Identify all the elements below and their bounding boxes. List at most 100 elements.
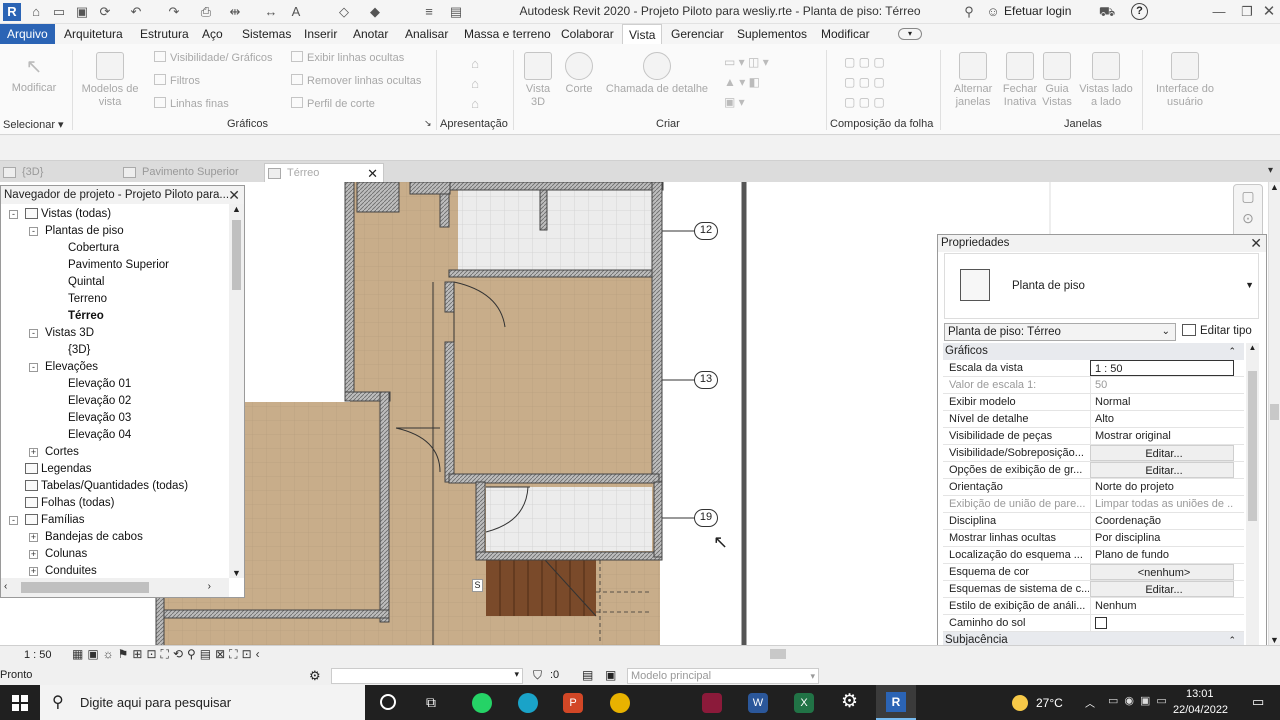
collapse-toggle-icon[interactable]: - (9, 210, 18, 219)
tab-suplementos[interactable]: Suplementos (731, 24, 813, 44)
scroll-right-icon[interactable]: › (208, 581, 211, 592)
remove-hidden-lines-button[interactable]: Remover linhas ocultas (291, 73, 421, 89)
level-marker-13[interactable]: 13 (694, 371, 718, 389)
help-button[interactable]: ? (1131, 3, 1148, 20)
cut-profile-button[interactable]: Perfil de corte (291, 96, 421, 112)
taskbar-search[interactable]: ⚲ Digite aqui para pesquisar (40, 685, 365, 720)
level-marker-19[interactable]: 19 (694, 509, 718, 527)
property-row[interactable]: Mostrar linhas ocultas Por disciplina (943, 530, 1244, 547)
tab-arquitetura[interactable]: Arquitetura (58, 24, 129, 44)
view-tab-terreo[interactable]: Térreo ✕ (264, 163, 384, 182)
view-control-icons[interactable]: ▦▣☼⚑⊞⊡⛶⟲⚲▤⊠⛶⊡‹ (72, 647, 264, 662)
canvas-scrollbar-v[interactable]: ▲ ▼ (1268, 182, 1280, 645)
user-icon[interactable]: ☺ (984, 3, 1002, 21)
collapse-toggle-icon[interactable]: - (9, 516, 18, 525)
property-row[interactable]: Valor de escala 1: 50 (943, 377, 1244, 394)
scroll-up-icon[interactable]: ▲ (1246, 343, 1259, 352)
tab-vista[interactable]: Vista (622, 24, 663, 44)
graphics-dialog-launcher[interactable]: ↘ (424, 118, 432, 129)
home-icon[interactable]: ⌂ (27, 3, 45, 21)
property-edit-button[interactable]: <nenhum> (1090, 564, 1234, 580)
view-scale[interactable]: 1 : 50 (24, 649, 52, 661)
property-edit-button[interactable]: Editar... (1090, 462, 1234, 478)
windows-start-icon[interactable] (12, 695, 28, 711)
measure-icon[interactable]: ⇹ (226, 3, 244, 21)
instance-selector[interactable]: Planta de piso: Térreo ⌄ (944, 323, 1176, 341)
edit-type-button[interactable]: Editar tipo (1182, 323, 1252, 340)
winrar-icon[interactable] (702, 693, 722, 713)
workset-selector[interactable]: ▾ (331, 668, 523, 684)
scroll-up-icon[interactable]: ▲ (229, 204, 244, 218)
clock-date[interactable]: 22/04/2022 (1173, 704, 1228, 716)
close-properties-icon[interactable]: ✕ (1250, 235, 1262, 252)
collapse-toggle-icon[interactable]: - (29, 227, 38, 236)
revit-taskbar-button[interactable]: R (876, 685, 916, 720)
sheet-composition-icons[interactable]: ▢ ▢ ▢ ▢ ▢ ▢ ▢ ▢ ▢ (844, 52, 924, 112)
filter-icon[interactable]: ⛉ (533, 668, 542, 683)
tray-expand-icon[interactable]: ︿ (1085, 695, 1095, 710)
restore-icon[interactable]: ❐ (1238, 3, 1256, 21)
tab-gerenciar[interactable]: Gerenciar (665, 24, 730, 44)
property-row[interactable]: Estilo de exibição de análi... Nenhum (943, 598, 1244, 615)
weather-temp[interactable]: 27°C (1036, 696, 1063, 710)
property-value[interactable]: 1 : 50 (1090, 360, 1234, 376)
print-icon[interactable]: ⎙ (197, 3, 215, 21)
property-row[interactable]: Esquemas de sistema de c... Editar... (943, 581, 1244, 598)
scroll-left-icon[interactable]: ‹ (4, 581, 7, 592)
tab-massa-terreno[interactable]: Massa e terreno (458, 24, 557, 44)
section-graphics[interactable]: Gráficos ⌃ (943, 343, 1244, 360)
browser-item[interactable]: Elevação 01 (1, 376, 229, 393)
3d-view-button[interactable]: Vista 3D (520, 52, 556, 109)
browser-item[interactable]: - Plantas de piso (1, 223, 229, 240)
canvas-scrollbar-h[interactable] (320, 648, 930, 660)
browser-item[interactable]: + Conduites (1, 563, 229, 578)
scroll-thumb[interactable] (770, 649, 786, 659)
tab-sistemas[interactable]: Sistemas (236, 24, 297, 44)
create-small-icons[interactable]: ▭ ▾ ◫ ▾ ▲ ▾ ◧ ▣ ▾ (724, 52, 794, 112)
browser-item[interactable]: Térreo (1, 308, 229, 325)
text-icon[interactable]: A (287, 3, 305, 21)
main-model-selector[interactable]: Modelo principal ▾ (627, 668, 819, 684)
property-row[interactable]: Caminho do sol (943, 615, 1244, 632)
scroll-down-icon[interactable]: ▼ (1269, 635, 1280, 645)
edge-icon[interactable] (518, 693, 538, 713)
word-icon[interactable]: W (748, 693, 768, 713)
open-icon[interactable]: ▭ (50, 3, 68, 21)
close-inactive-button[interactable]: Fechar Inativa (1000, 52, 1040, 109)
guide-tabs-button[interactable]: Guia Vistas (1040, 52, 1074, 109)
weather-icon[interactable] (1012, 695, 1028, 711)
expand-toggle-icon[interactable]: + (29, 533, 38, 542)
property-row[interactable]: Localização do esquema ... Plano de fundo (943, 547, 1244, 564)
user-interface-button[interactable]: Interface do usuário (1150, 52, 1220, 109)
notifications-icon[interactable]: ▭ (1252, 694, 1264, 710)
switch-windows-button[interactable]: Alternar janelas (948, 52, 998, 109)
tab-analisar[interactable]: Analisar (399, 24, 454, 44)
filters-button[interactable]: Filtros (154, 73, 273, 89)
browser-item[interactable]: - Vistas (todas) (1, 206, 229, 223)
close-tab-icon[interactable]: ✕ (367, 164, 378, 183)
clock-time[interactable]: 13:01 (1186, 688, 1214, 700)
chrome-icon[interactable] (610, 693, 630, 713)
section-button[interactable]: Corte (561, 52, 597, 96)
excel-icon[interactable]: X (794, 693, 814, 713)
browser-item[interactable]: {3D} (1, 342, 229, 359)
cortana-icon[interactable] (380, 694, 396, 710)
browser-item[interactable]: - Famílias (1, 512, 229, 529)
ribbon-options-icon[interactable]: ▾ (898, 28, 922, 40)
property-edit-button[interactable]: Editar... (1090, 581, 1234, 597)
tab-estrutura[interactable]: Estrutura (134, 24, 195, 44)
property-row[interactable]: Orientação Norte do projeto (943, 479, 1244, 496)
3d-view-icon[interactable]: ◇ (335, 3, 353, 21)
view-templates-button[interactable]: Modelos de vista (78, 52, 142, 109)
scroll-up-icon[interactable]: ▲ (1269, 182, 1280, 192)
property-edit-button[interactable]: Editar... (1090, 445, 1234, 461)
property-row[interactable]: Disciplina Coordenação (943, 513, 1244, 530)
tab-views-button[interactable]: Vistas lado a lado (1076, 52, 1136, 109)
browser-item[interactable]: + Colunas (1, 546, 229, 563)
scroll-down-icon[interactable]: ▼ (229, 568, 244, 578)
tab-anotar[interactable]: Anotar (347, 24, 394, 44)
tab-list-dropdown-icon[interactable]: ▾ (1268, 165, 1273, 176)
tab-file[interactable]: Arquivo (0, 24, 55, 44)
browser-item[interactable]: Tabelas/Quantidades (todas) (1, 478, 229, 495)
browser-item[interactable]: Quintal (1, 274, 229, 291)
